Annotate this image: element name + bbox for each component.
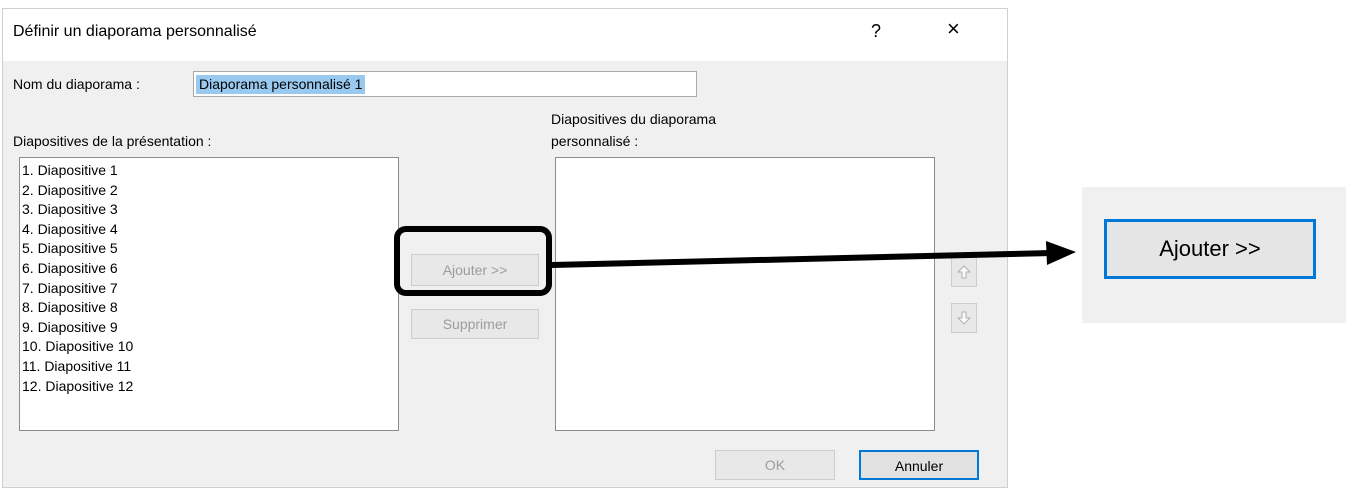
show-name-value: Diaporama personnalisé 1: [196, 75, 366, 94]
move-up-button[interactable]: [951, 257, 977, 287]
slide-list-item[interactable]: 8. Diapositive 8: [22, 298, 396, 318]
title-bar: Définir un diaporama personnalisé ? ×: [3, 9, 1007, 61]
custom-slides-label-line2: personnalisé :: [551, 133, 639, 149]
arrow-down-icon: [957, 311, 971, 325]
slide-list-item[interactable]: 2. Diapositive 2: [22, 181, 396, 201]
slide-list-item[interactable]: 4. Diapositive 4: [22, 220, 396, 240]
remove-button[interactable]: Supprimer: [411, 309, 539, 339]
dialog-title: Définir un diaporama personnalisé: [13, 23, 257, 40]
name-label: Nom du diaporama :: [13, 76, 140, 92]
slide-list-item[interactable]: 7. Diapositive 7: [22, 279, 396, 299]
custom-show-slides-list[interactable]: [555, 157, 935, 431]
cancel-button[interactable]: Annuler: [859, 450, 979, 480]
slide-list-item[interactable]: 1. Diapositive 1: [22, 161, 396, 181]
slide-list-item[interactable]: 5. Diapositive 5: [22, 239, 396, 259]
slide-list-item[interactable]: 12. Diapositive 12: [22, 377, 396, 397]
slide-list-item[interactable]: 6. Diapositive 6: [22, 259, 396, 279]
zoomed-add-button[interactable]: Ajouter >>: [1104, 219, 1316, 279]
slide-list-item[interactable]: 10. Diapositive 10: [22, 337, 396, 357]
slide-list-item[interactable]: 11. Diapositive 11: [22, 357, 396, 377]
custom-slides-label-line1: Diapositives du diaporama: [551, 111, 716, 127]
help-button[interactable]: ?: [871, 21, 881, 42]
slide-list-item[interactable]: 9. Diapositive 9: [22, 318, 396, 338]
move-down-button[interactable]: [951, 303, 977, 333]
slide-list-item[interactable]: 3. Diapositive 3: [22, 200, 396, 220]
callout-highlight: [394, 226, 552, 296]
arrow-up-icon: [957, 265, 971, 279]
show-name-input[interactable]: Diaporama personnalisé 1: [193, 71, 697, 97]
presentation-slides-list[interactable]: 1. Diapositive 1 2. Diapositive 2 3. Diapo…: [19, 157, 399, 431]
close-button[interactable]: ×: [947, 18, 960, 40]
ok-button[interactable]: OK: [715, 450, 835, 480]
slides-label: Diapositives de la présentation :: [13, 133, 212, 149]
